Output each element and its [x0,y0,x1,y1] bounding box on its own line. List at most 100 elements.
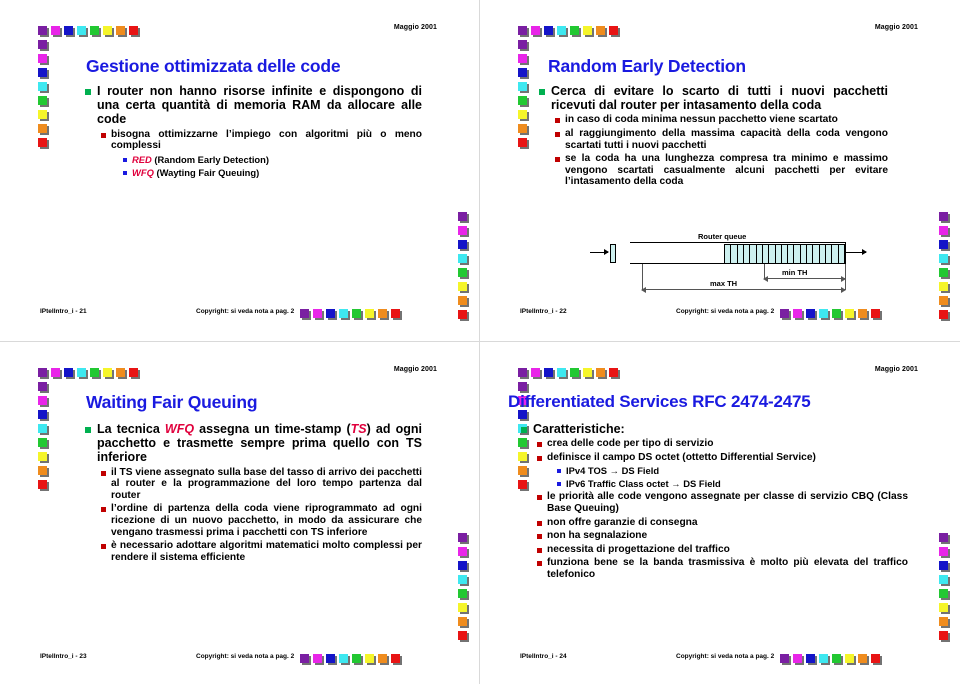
bullet-text: funziona bene se la banda trasmissiva è … [547,557,908,580]
decorative-cube [300,654,309,663]
decorative-cube [38,452,47,461]
bullet-square-icon [537,455,542,461]
bullet-emphasis: TS [350,422,367,436]
slide-2[interactable]: Maggio 2001 Random Early Detection Cerca… [480,0,960,342]
decorative-cube [939,561,948,570]
slide-body: I router non hanno risorse infinite e di… [84,84,422,180]
decorative-cube [116,26,125,35]
bullet-text: La tecnica [97,422,165,436]
bullet-list-level2: bisogna ottimizzarne l’impiego con algor… [100,129,422,152]
bullet-text: IPv4 TOS → DS Field [566,465,660,477]
bullet-item: IPv4 TOS → DS Field [556,465,908,476]
bullet-list-level3: RED (Random Early Detection) WFQ (Waytin… [122,154,422,178]
decorative-cube [531,368,540,377]
bullet-item: il TS viene assegnato sulla base del tas… [100,467,422,502]
bullet-text: non offre garanzie di consegna [547,516,698,528]
bullet-text: il TS viene assegnato sulla base del tas… [111,466,422,501]
slide-3[interactable]: Maggio 2001 Waiting Fair Queuing La tecn… [0,342,480,684]
cube-strip-footer [300,309,400,318]
decorative-cube [609,368,618,377]
bullet-text: definisce il campo DS octet (ottetto Dif… [547,451,816,463]
bullet-item: necessita di progettazione del traffico [536,544,908,556]
decorative-cube [939,589,948,598]
label-min-threshold: min TH [782,268,808,277]
bullet-item: al raggiungimento della massima capacità… [554,128,888,151]
decorative-cube [51,368,60,377]
bullet-square-icon [557,482,561,487]
decorative-cube [326,309,335,318]
bullet-square-icon [123,157,127,162]
decorative-cube [352,309,361,318]
bullet-square-icon [555,157,560,163]
decorative-cube [570,368,579,377]
bullet-item: l’ordine di partenza della coda viene ri… [100,503,422,538]
decorative-cube [38,382,47,391]
decorative-cube [780,654,789,663]
bullet-emphasis: RED [132,153,152,165]
bullet-item: La tecnica WFQ assegna un time-stamp (TS… [84,422,422,465]
decorative-cube [38,82,47,91]
bullet-square-icon [537,495,542,501]
decorative-cube [103,368,112,377]
decorative-cube [806,654,815,663]
decorative-cube [570,26,579,35]
decorative-cube [458,212,467,221]
bullet-item: IPv6 Traffic Class octet → DS Field [556,478,908,489]
decorative-cube [458,631,467,640]
decorative-cube [871,654,880,663]
decorative-cube [518,54,527,63]
bullet-item: WFQ (Wayting Fair Queuing) [122,167,422,178]
decorative-cube [596,26,605,35]
bullet-list-level1: Caratteristiche: [520,422,908,436]
bullet-text: l’ordine di partenza della coda viene ri… [111,503,422,538]
decorative-cube [458,254,467,263]
slide-date: Maggio 2001 [393,366,437,373]
decorative-cube [51,26,60,35]
decorative-cube [583,368,592,377]
decorative-cube [38,396,47,405]
decorative-cube [845,654,854,663]
decorative-cube [518,138,527,147]
bullet-text: necessita di progettazione del traffico [547,543,730,555]
decorative-cube [583,26,592,35]
page-title: Differentiated Services RFC 2474-2475 [508,392,811,411]
slide-1[interactable]: Maggio 2001 Gestione ottimizzata delle c… [0,0,480,342]
decorative-cube [378,654,387,663]
bullet-square-icon [101,470,106,476]
page-title: Gestione ottimizzata delle code [86,56,341,76]
decorative-cube [871,309,880,318]
bullet-item: funziona bene se la banda trasmissiva è … [536,557,908,580]
decorative-cube [378,309,387,318]
decorative-cube [38,96,47,105]
slide-deck: Maggio 2001 Gestione ottimizzata delle c… [0,0,960,684]
slide-4[interactable]: Maggio 2001 Differentiated Services RFC … [480,342,960,684]
bullet-list-level2: il TS viene assegnato sulla base del tas… [100,467,422,564]
decorative-cube [129,368,138,377]
decorative-cube [858,654,867,663]
decorative-cube [832,309,841,318]
decorative-cube [939,547,948,556]
queue-right-border [845,242,846,264]
cube-strip-right [458,533,467,640]
decorative-cube [300,309,309,318]
decorative-cube [858,309,867,318]
bullet-text: Caratteristiche: [533,422,625,436]
bullet-square-icon [101,507,106,513]
bullet-list-level3: IPv4 TOS → DS Field IPv6 Traffic Class o… [556,465,908,489]
bullet-text: (Random Early Detection) [151,153,270,165]
bullet-text: le priorità alle code vengono assegnate … [547,491,908,514]
decorative-cube [518,26,527,35]
bullet-square-icon [537,561,542,567]
slide-date: Maggio 2001 [874,366,918,373]
decorative-cube [77,26,86,35]
slide-body: Caratteristiche: crea delle code per tip… [520,422,908,583]
decorative-cube [458,282,467,291]
decorative-cube [38,480,47,489]
slide-body: La tecnica WFQ assegna un time-stamp (TS… [84,422,422,565]
decorative-cube [103,26,112,35]
decorative-cube [38,466,47,475]
decorative-cube [939,226,948,235]
decorative-cube [845,309,854,318]
bullet-square-icon [537,520,542,526]
decorative-cube [313,654,322,663]
